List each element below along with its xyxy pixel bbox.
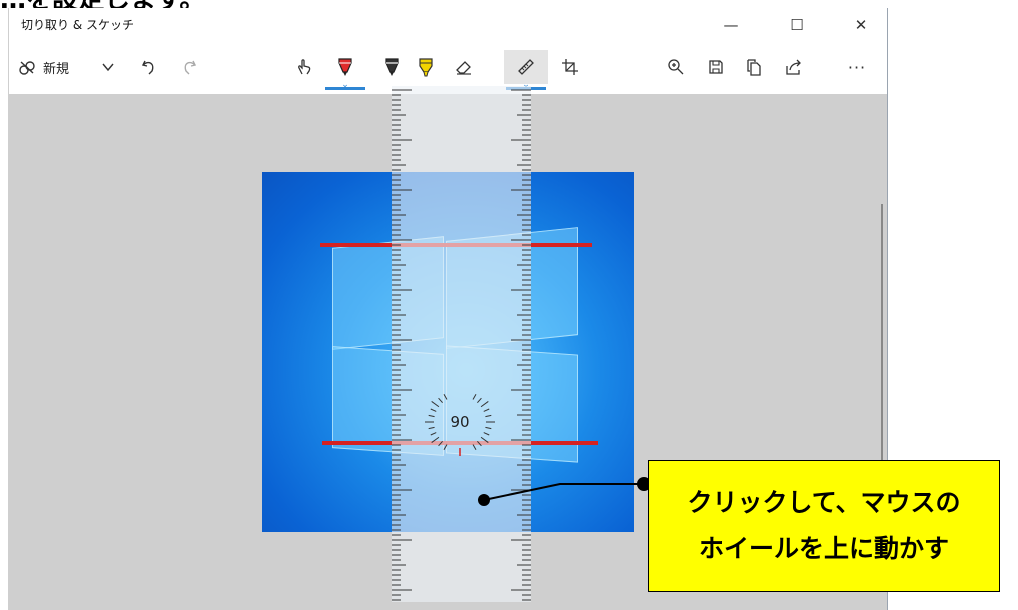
annotation-callout: クリックして、マウスの ホイールを上に動かす [648, 460, 1000, 592]
callout-line-1: クリックして、マウスの [687, 488, 961, 517]
callout-line-2: ホイールを上に動かす [698, 534, 949, 563]
